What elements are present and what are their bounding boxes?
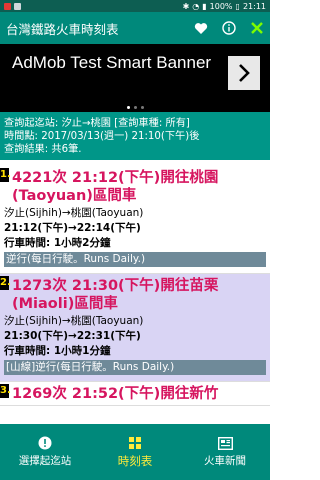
ad-banner[interactable]: AdMob Test Smart Banner (0, 44, 270, 112)
train-note: 逆行(每日行駛。Runs Daily.) (4, 252, 266, 267)
wifi-icon: ◔ (192, 1, 200, 11)
tab-label: 選擇起迄站 (18, 455, 72, 467)
train-title: 1273次 21:30(下午)開往苗栗(Miaoli)區間車 (12, 278, 219, 312)
tab-train-news[interactable]: 火車新聞 (180, 424, 270, 480)
status-right: ✱ ◔ ▮ 100% ▯ 21:11 (183, 2, 266, 11)
app-bar: 台灣鐵路火車時刻表 (0, 12, 270, 44)
train-index: 1. (0, 168, 11, 182)
bluetooth-icon: ✱ (182, 1, 190, 11)
tab-timetable[interactable]: 時刻表 (90, 424, 180, 480)
train-card[interactable]: 3. 1269次 21:52(下午)開往新竹 (0, 382, 270, 406)
chevron-right-icon (239, 64, 250, 82)
app-notification-icon (4, 2, 11, 10)
grid-icon (129, 436, 141, 449)
train-route: 汐止(Sijhih)→桃園(Taoyuan) (4, 315, 144, 327)
battery-level: 100% (209, 1, 233, 11)
query-stations: 查詢起迄站: 汐止→桃園 [查詢車種: 所有] (4, 118, 190, 129)
close-icon[interactable] (250, 21, 264, 35)
train-title: 4221次 21:12(下午)開往桃園(Taoyuan)區間車 (12, 170, 219, 204)
app-title: 台灣鐵路火車時刻表 (6, 21, 119, 37)
train-times: 21:12(下午)→22:14(下午) (4, 222, 141, 234)
info-icon[interactable] (222, 21, 236, 35)
query-result: 查詢結果: 共6筆. (4, 144, 82, 155)
ad-arrow-button[interactable] (228, 56, 260, 90)
train-duration: 行車時間: 1小時2分鐘 (4, 237, 111, 249)
tab-label: 時刻表 (117, 453, 153, 468)
status-left (4, 2, 21, 10)
tab-label: 火車新聞 (204, 454, 246, 467)
admob-icon (14, 2, 21, 10)
train-note: [山線]逆行(每日行駛。Runs Daily.) (4, 360, 266, 375)
alert-circle-icon (38, 436, 52, 450)
battery-icon: ▯ (235, 1, 240, 11)
signal-icon: ▮ (202, 1, 207, 11)
heart-icon[interactable] (194, 22, 208, 35)
train-duration: 行車時間: 1小時1分鐘 (4, 345, 111, 357)
clock: 21:11 (242, 1, 266, 11)
train-card[interactable]: 1. 4221次 21:12(下午)開往桃園(Taoyuan)區間車 汐止(Si… (0, 166, 270, 274)
train-title: 1269次 21:52(下午)開往新竹 (12, 386, 219, 402)
status-bar: ✱ ◔ ▮ 100% ▯ 21:11 (0, 0, 270, 12)
ad-pager-dots (0, 106, 270, 109)
query-summary: 查詢起迄站: 汐止→桃園 [查詢車種: 所有] 時間點: 2017/03/13(… (0, 112, 270, 160)
train-times: 21:30(下午)→22:31(下午) (4, 330, 141, 342)
bottom-nav: 選擇起迄站 時刻表 火車新聞 (0, 424, 270, 480)
train-index: 2. (0, 276, 11, 290)
news-icon (217, 436, 233, 450)
train-list[interactable]: 1. 4221次 21:12(下午)開往桃園(Taoyuan)區間車 汐止(Si… (0, 166, 270, 424)
train-card[interactable]: 2. 1273次 21:30(下午)開往苗栗(Miaoli)區間車 汐止(Sij… (0, 274, 270, 382)
tab-select-stations[interactable]: 選擇起迄站 (0, 424, 90, 480)
train-index: 3. (0, 384, 11, 398)
ad-banner-text: AdMob Test Smart Banner (12, 53, 212, 72)
train-route: 汐止(Sijhih)→桃園(Taoyuan) (4, 207, 144, 219)
query-time: 時間點: 2017/03/13(週一) 21:10(下午)後 (4, 131, 200, 142)
